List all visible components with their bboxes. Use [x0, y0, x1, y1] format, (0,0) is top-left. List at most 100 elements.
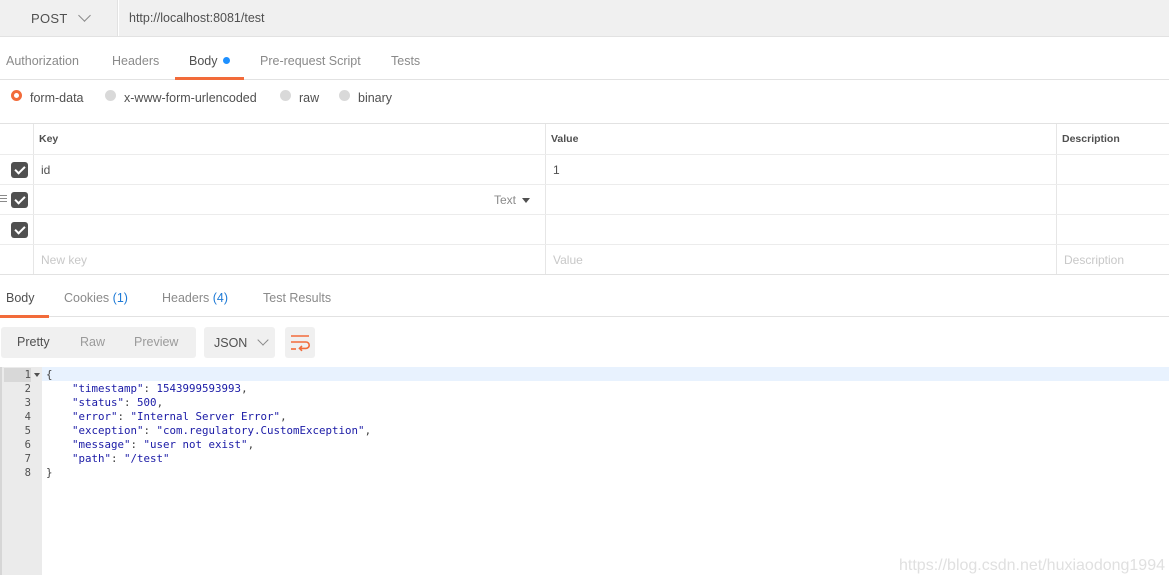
tab-label: Test Results — [263, 291, 332, 305]
tab-label: Body — [189, 54, 218, 68]
view-mode-group: Pretty Raw Preview — [1, 327, 196, 358]
preview-button[interactable]: Preview — [134, 327, 178, 358]
request-url-bar: POST http://localhost:8081/test — [0, 0, 1169, 37]
code-line: "timestamp": 1543999593993, — [72, 382, 248, 395]
request-tabs: Authorization Headers Body Pre-request S… — [0, 37, 1169, 80]
body-type-selector: form-data x-www-form-urlencoded raw bina… — [0, 80, 1169, 124]
type-select-label: Text — [494, 193, 517, 207]
json-punct: , — [364, 424, 372, 437]
active-line-highlight — [42, 367, 1169, 381]
json-value: "Internal Server Error" — [130, 410, 281, 423]
row-checkbox[interactable] — [11, 222, 28, 238]
key-field[interactable]: id — [41, 155, 50, 184]
row-checkbox[interactable] — [11, 192, 28, 208]
column-header-key: Key — [39, 133, 59, 145]
format-label: JSON — [214, 335, 248, 350]
tab-tests[interactable]: Tests — [391, 37, 420, 80]
pretty-button[interactable]: Pretty — [17, 327, 50, 358]
code-line: "error": "Internal Server Error", — [72, 410, 287, 423]
json-key: "message" — [72, 438, 131, 451]
column-header-value: Value — [551, 133, 579, 145]
line-number: 4 — [24, 411, 31, 423]
json-punct: , — [156, 396, 164, 409]
json-key: "error" — [72, 410, 118, 423]
form-data-table: Key Value Description id 1 Text New key … — [0, 124, 1169, 275]
tab-label: Pre-request Script — [260, 54, 361, 68]
tab-response-body[interactable]: Body — [0, 276, 48, 318]
type-select[interactable]: Text — [494, 185, 531, 215]
count-badge: (1) — [112, 291, 128, 305]
code-line: } — [46, 466, 53, 480]
radio-label: raw — [299, 91, 320, 105]
code-line: "exception": "com.regulatory.CustomExcep… — [72, 424, 372, 437]
response-tabs: Body Cookies (1) Headers (4) Test Result… — [0, 276, 1169, 318]
line-number: 1 — [4, 368, 31, 382]
line-number: 6 — [24, 439, 31, 451]
value-field[interactable]: 1 — [553, 155, 560, 184]
tab-body[interactable]: Body — [175, 37, 243, 80]
method-label: POST — [31, 10, 68, 26]
json-value: 1543999593993 — [156, 382, 242, 395]
url-input[interactable]: http://localhost:8081/test — [119, 0, 1169, 36]
table-header: Key Value Description — [0, 124, 1169, 155]
tab-label: Authorization — [6, 54, 79, 68]
tab-response-headers[interactable]: Headers (4) — [162, 276, 228, 317]
code-brace: } — [46, 466, 53, 479]
row-checkbox[interactable] — [11, 162, 28, 178]
tab-headers[interactable]: Headers — [112, 37, 159, 80]
column-header-description: Description — [1062, 133, 1120, 145]
json-punct: , — [247, 438, 255, 451]
json-punct: , — [280, 410, 287, 423]
new-description-input[interactable]: Description — [1064, 245, 1124, 275]
wrap-lines-button[interactable] — [285, 327, 315, 358]
format-select[interactable]: JSON — [204, 327, 275, 358]
radio-selected-icon — [11, 89, 22, 101]
tab-pre-request-script[interactable]: Pre-request Script — [260, 37, 361, 80]
new-key-input[interactable]: New key — [41, 245, 87, 275]
raw-button[interactable]: Raw — [80, 327, 105, 358]
method-select[interactable]: POST — [0, 0, 118, 36]
tab-cookies[interactable]: Cookies (1) — [64, 276, 128, 317]
json-value: "user not exist" — [143, 438, 248, 451]
watermark: https://blog.csdn.net/huxiaodong1994 — [899, 557, 1165, 574]
response-body-editor[interactable]: 12 3 4 5 6 7 8 { "timestamp": 1543999593993, "… — [0, 367, 1169, 575]
modified-dot-icon — [222, 57, 230, 64]
code-line: "message": "user not exist", — [72, 438, 255, 451]
table-row — [0, 215, 1169, 245]
radio-binary[interactable]: binary — [339, 89, 392, 105]
radio-form-data[interactable]: form-data — [11, 89, 84, 105]
radio-label: x-www-form-urlencoded — [124, 91, 257, 105]
line-number: 3 — [24, 397, 31, 409]
json-punct: , — [241, 382, 248, 395]
code-line: { — [46, 368, 53, 382]
line-number: 7 — [24, 453, 31, 465]
table-row: Text — [0, 185, 1169, 215]
json-key: "status" — [72, 396, 125, 409]
tab-label: Headers — [162, 291, 210, 305]
json-key: "path" — [72, 452, 112, 465]
tab-label: Headers — [112, 54, 160, 68]
json-key: "exception" — [72, 424, 144, 437]
chevron-down-icon — [257, 334, 270, 346]
chevron-down-icon — [77, 9, 91, 22]
code-line: "status": 500, — [72, 396, 164, 409]
drag-handle-icon[interactable] — [0, 195, 7, 204]
tab-test-results[interactable]: Test Results — [263, 276, 331, 317]
tab-authorization[interactable]: Authorization — [6, 37, 79, 80]
radio-icon — [339, 89, 350, 101]
json-value: "com.regulatory.CustomException" — [156, 424, 365, 437]
tab-label: Cookies — [64, 291, 110, 305]
count-badge: (4) — [212, 291, 229, 305]
code-brace: { — [46, 368, 53, 381]
radio-x-www-form-urlencoded[interactable]: x-www-form-urlencoded — [105, 89, 257, 105]
table-row: id 1 — [0, 155, 1169, 185]
radio-label: form-data — [30, 91, 84, 105]
tab-label: Tests — [391, 54, 421, 68]
line-number: 5 — [24, 425, 31, 437]
tab-label: Body — [6, 291, 35, 305]
line-number: 2 — [24, 383, 31, 395]
radio-raw[interactable]: raw — [280, 89, 320, 105]
fold-toggle-icon[interactable] — [34, 373, 40, 377]
new-value-input[interactable]: Value — [553, 245, 583, 275]
line-number-gutter: 12 3 4 5 6 7 8 — [0, 367, 42, 575]
